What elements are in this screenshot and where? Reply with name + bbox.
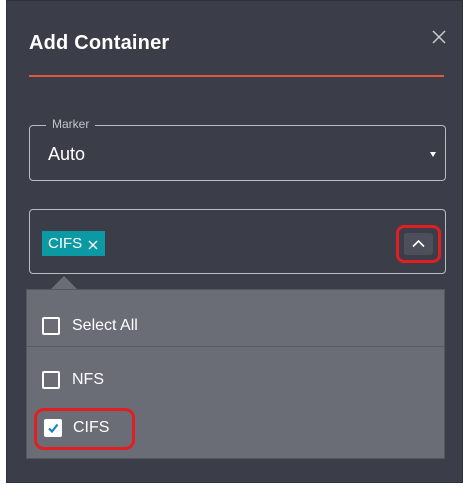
select-all-checkbox[interactable] [42, 317, 60, 335]
select-all-label: Select All [72, 317, 138, 334]
close-icon[interactable] [430, 28, 448, 46]
marker-value: Auto [48, 144, 86, 164]
dialog-title: Add Container [29, 32, 170, 54]
chip-remove-icon[interactable] [87, 238, 99, 250]
marker-select[interactable]: Marker Auto [29, 117, 446, 181]
chip-label: CIFS [48, 235, 83, 252]
chevron-up-icon [404, 233, 433, 255]
caret-down-icon [430, 152, 436, 157]
divider [27, 346, 444, 347]
option-label: CIFS [73, 419, 110, 436]
option-label: NFS [72, 371, 104, 388]
selected-chip-cifs: CIFS [42, 231, 106, 256]
container-type-multiselect[interactable]: CIFS [29, 209, 446, 274]
collapse-dropdown-button[interactable] [396, 225, 441, 263]
option-nfs[interactable]: NFS [27, 358, 444, 402]
nfs-checkbox[interactable] [42, 371, 60, 389]
option-cifs[interactable]: CIFS [27, 406, 444, 450]
container-type-dropdown: Select All NFS CIFS [26, 289, 445, 459]
title-underline [29, 75, 444, 77]
dropdown-pointer [51, 276, 77, 289]
marker-label: Marker [46, 117, 96, 131]
cifs-checkbox[interactable] [44, 419, 62, 437]
select-all-option[interactable]: Select All [27, 304, 444, 348]
checkmark-icon [48, 423, 59, 434]
